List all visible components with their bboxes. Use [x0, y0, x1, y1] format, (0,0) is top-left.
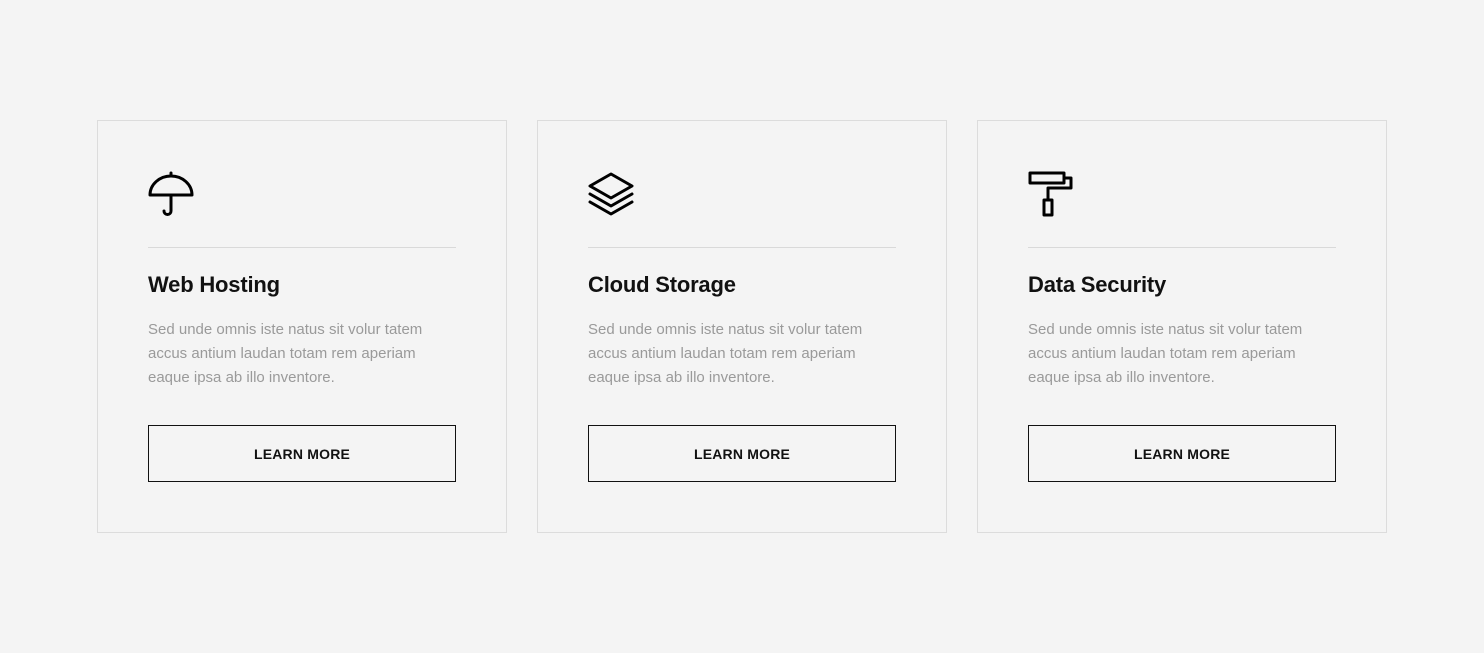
- service-cards-section: Web Hosting Sed unde omnis iste natus si…: [0, 0, 1484, 653]
- card-description: Sed unde omnis iste natus sit volur tate…: [588, 321, 863, 386]
- card-divider: [588, 247, 896, 248]
- learn-more-button[interactable]: LEARN MORE: [1028, 425, 1336, 482]
- card-title: Web Hosting: [148, 272, 280, 297]
- service-card-cloud-storage: Cloud Storage Sed unde omnis iste natus …: [537, 120, 947, 533]
- paint-roller-icon: [1028, 171, 1074, 217]
- card-title: Data Security: [1028, 272, 1167, 297]
- card-divider: [148, 247, 456, 248]
- learn-more-button[interactable]: LEARN MORE: [148, 425, 456, 482]
- card-description: Sed unde omnis iste natus sit volur tate…: [1028, 321, 1303, 386]
- layers-icon: [588, 171, 634, 217]
- service-card-web-hosting: Web Hosting Sed unde omnis iste natus si…: [97, 120, 507, 533]
- umbrella-icon: [148, 171, 194, 217]
- card-divider: [1028, 247, 1336, 248]
- card-title: Cloud Storage: [588, 272, 736, 297]
- learn-more-button[interactable]: LEARN MORE: [588, 425, 896, 482]
- card-description: Sed unde omnis iste natus sit volur tate…: [148, 321, 423, 386]
- service-card-data-security: Data Security Sed unde omnis iste natus …: [977, 120, 1387, 533]
